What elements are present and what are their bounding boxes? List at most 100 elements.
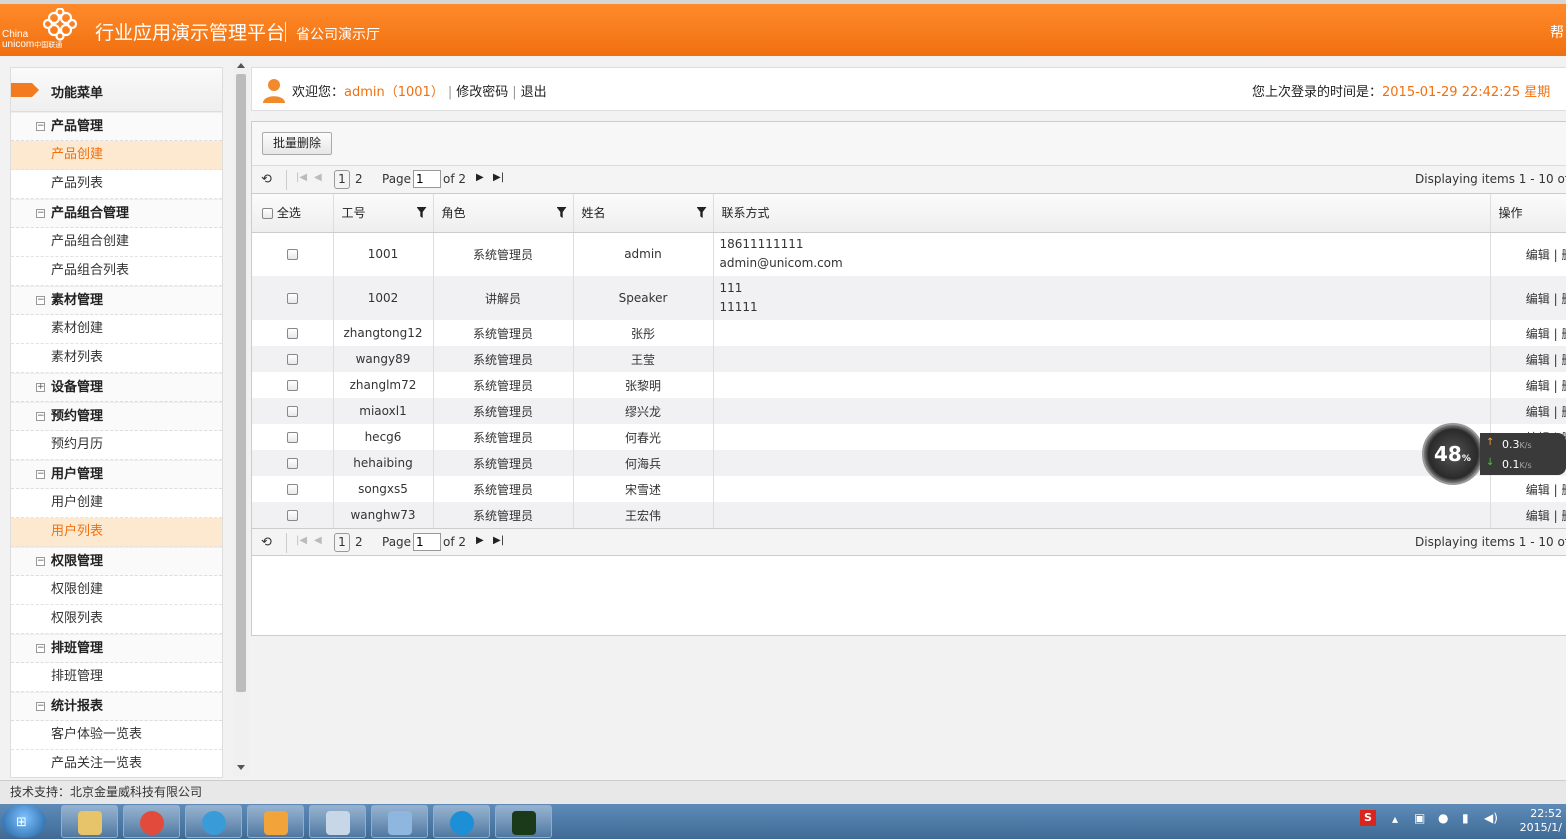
table-row[interactable]: miaoxl1系统管理员缪兴龙 编辑 | 删除 <box>252 398 1566 424</box>
sidebar-group[interactable]: − 素材管理 <box>11 286 222 315</box>
sidebar-item[interactable]: 客户体验一览表 <box>11 721 222 750</box>
last-page-icon[interactable]: ▶| <box>493 535 504 546</box>
collapse-icon[interactable]: − <box>36 702 45 711</box>
table-row[interactable]: wangy89系统管理员王莹 编辑 | 删除 <box>252 346 1566 372</box>
next-page-icon[interactable]: ▶ <box>476 535 484 546</box>
table-row[interactable]: zhanglm72系统管理员张黎明 编辑 | 删除 <box>252 372 1566 398</box>
sidebar-item[interactable]: 产品列表 <box>11 170 222 199</box>
scroll-up-icon[interactable] <box>237 63 245 68</box>
row-checkbox[interactable] <box>286 380 298 391</box>
row-checkbox[interactable] <box>286 406 298 417</box>
page-link-2[interactable]: 2 <box>355 172 363 186</box>
table-row[interactable]: songxs5系统管理员宋雪述编辑 | 删除 <box>252 476 1566 502</box>
sidebar-scrollbar[interactable] <box>233 60 249 776</box>
sidebar-item[interactable]: 预约月历 <box>11 431 222 460</box>
filter-icon[interactable] <box>416 207 427 218</box>
edit-link[interactable]: 编辑 <box>1526 292 1550 306</box>
taskbar-app[interactable] <box>61 805 118 838</box>
sidebar-item[interactable]: 用户列表 <box>11 518 222 547</box>
sidebar-group[interactable]: − 产品管理 <box>11 112 222 141</box>
edit-link[interactable]: 编辑 <box>1526 509 1550 523</box>
sidebar-item[interactable]: 权限列表 <box>11 605 222 634</box>
collapse-icon[interactable]: − <box>36 470 45 479</box>
table-row[interactable]: hehaibing系统管理员何海兵编辑 | 删除 <box>252 450 1566 476</box>
row-checkbox[interactable] <box>286 293 298 304</box>
expand-icon[interactable]: + <box>36 383 45 392</box>
sidebar-group[interactable]: + 设备管理 <box>11 373 222 402</box>
sidebar-item[interactable]: 素材列表 <box>11 344 222 373</box>
delete-link[interactable]: 删除 <box>1561 509 1566 523</box>
edit-link[interactable]: 编辑 <box>1526 353 1550 367</box>
page-link-1[interactable]: 1 <box>334 533 350 552</box>
scroll-thumb[interactable] <box>236 74 246 692</box>
network-speed-widget[interactable]: 48% ↑ 0.3K/s ↓ 0.1K/s <box>1422 423 1566 485</box>
taskbar-app[interactable] <box>309 805 366 838</box>
sidebar-item[interactable]: 权限创建 <box>11 576 222 605</box>
row-checkbox[interactable] <box>286 328 298 339</box>
collapse-icon[interactable]: − <box>36 412 45 421</box>
tray-app-icon[interactable]: ▣ <box>1414 811 1425 825</box>
sidebar-item[interactable]: 素材创建 <box>11 315 222 344</box>
start-button[interactable]: ⊞ <box>2 805 46 838</box>
row-checkbox[interactable] <box>286 458 298 469</box>
taskbar-app[interactable] <box>433 805 490 838</box>
taskbar-app[interactable] <box>185 805 242 838</box>
table-row[interactable]: 1001 系统管理员 admin 18611111111 admin@unicom.co… <box>252 232 1566 276</box>
collapse-icon[interactable]: − <box>36 644 45 653</box>
delete-link[interactable]: 删除 <box>1561 248 1566 262</box>
delete-link[interactable]: 删除 <box>1561 292 1566 306</box>
row-checkbox[interactable] <box>286 249 298 261</box>
row-checkbox[interactable] <box>286 432 298 443</box>
header-role[interactable]: 角色 <box>433 194 574 233</box>
taskbar-app[interactable] <box>247 805 304 838</box>
sidebar-group[interactable]: − 产品组合管理 <box>11 199 222 228</box>
collapse-icon[interactable]: − <box>36 209 45 218</box>
table-row[interactable]: wanghw73系统管理员王宏伟 编辑 | 删除 <box>252 502 1566 528</box>
first-page-icon[interactable]: |◀ <box>296 172 307 183</box>
edit-link[interactable]: 编辑 <box>1526 248 1550 262</box>
volume-icon[interactable]: ◀) <box>1484 811 1498 825</box>
taskbar-app[interactable] <box>495 805 552 838</box>
select-all-checkbox[interactable] <box>262 208 273 220</box>
row-checkbox[interactable] <box>286 354 298 365</box>
page-link-2[interactable]: 2 <box>355 535 363 549</box>
page-number-input[interactable] <box>413 533 441 551</box>
page-link-1[interactable]: 1 <box>334 170 350 189</box>
edit-link[interactable]: 编辑 <box>1526 327 1550 341</box>
taskbar-app[interactable] <box>123 805 180 838</box>
filter-icon[interactable] <box>556 207 567 218</box>
filter-icon[interactable] <box>696 207 707 218</box>
delete-link[interactable]: 删除 <box>1561 405 1566 419</box>
page-number-input[interactable] <box>413 170 441 188</box>
logout-link[interactable]: 退出 <box>521 85 547 100</box>
sidebar-group[interactable]: − 用户管理 <box>11 460 222 489</box>
table-row[interactable]: hecg6系统管理员何春光编辑 | 删除 <box>252 424 1566 450</box>
edit-link[interactable]: 编辑 <box>1526 405 1550 419</box>
collapse-icon[interactable]: − <box>36 122 45 131</box>
sidebar-item[interactable]: 排班管理 <box>11 663 222 692</box>
row-checkbox[interactable] <box>286 510 298 521</box>
prev-page-icon[interactable]: ◀ <box>314 535 322 546</box>
delete-link[interactable]: 删除 <box>1561 327 1566 341</box>
network-icon[interactable]: ▮ <box>1462 811 1469 825</box>
sidebar-item[interactable]: 产品关注一览表 <box>11 750 222 777</box>
batch-delete-button[interactable]: 批量删除 <box>262 132 333 155</box>
sidebar-group[interactable]: − 统计报表 <box>11 692 222 721</box>
edit-link[interactable]: 编辑 <box>1526 379 1550 393</box>
sidebar-item[interactable]: 产品创建 <box>11 141 222 170</box>
help-link[interactable]: 帮 <box>1550 22 1564 42</box>
sidebar-item[interactable]: 产品组合列表 <box>11 257 222 286</box>
delete-link[interactable]: 删除 <box>1561 353 1566 367</box>
last-page-icon[interactable]: ▶| <box>493 172 504 183</box>
table-row[interactable]: zhangtong12系统管理员张彤 编辑 | 删除 <box>252 320 1566 346</box>
next-page-icon[interactable]: ▶ <box>476 172 484 183</box>
refresh-icon[interactable]: ⟲ <box>261 172 272 187</box>
taskbar-app[interactable] <box>371 805 428 838</box>
table-row[interactable]: 1002讲解员Speaker11111111编辑 | 删除 <box>252 276 1566 320</box>
sidebar-group[interactable]: − 预约管理 <box>11 402 222 431</box>
sogou-icon[interactable]: S <box>1360 810 1376 826</box>
taskbar-clock[interactable]: 22:52 2015/1/ <box>1512 807 1562 835</box>
delete-link[interactable]: 删除 <box>1561 379 1566 393</box>
sidebar-item[interactable]: 产品组合创建 <box>11 228 222 257</box>
collapse-icon[interactable]: − <box>36 557 45 566</box>
